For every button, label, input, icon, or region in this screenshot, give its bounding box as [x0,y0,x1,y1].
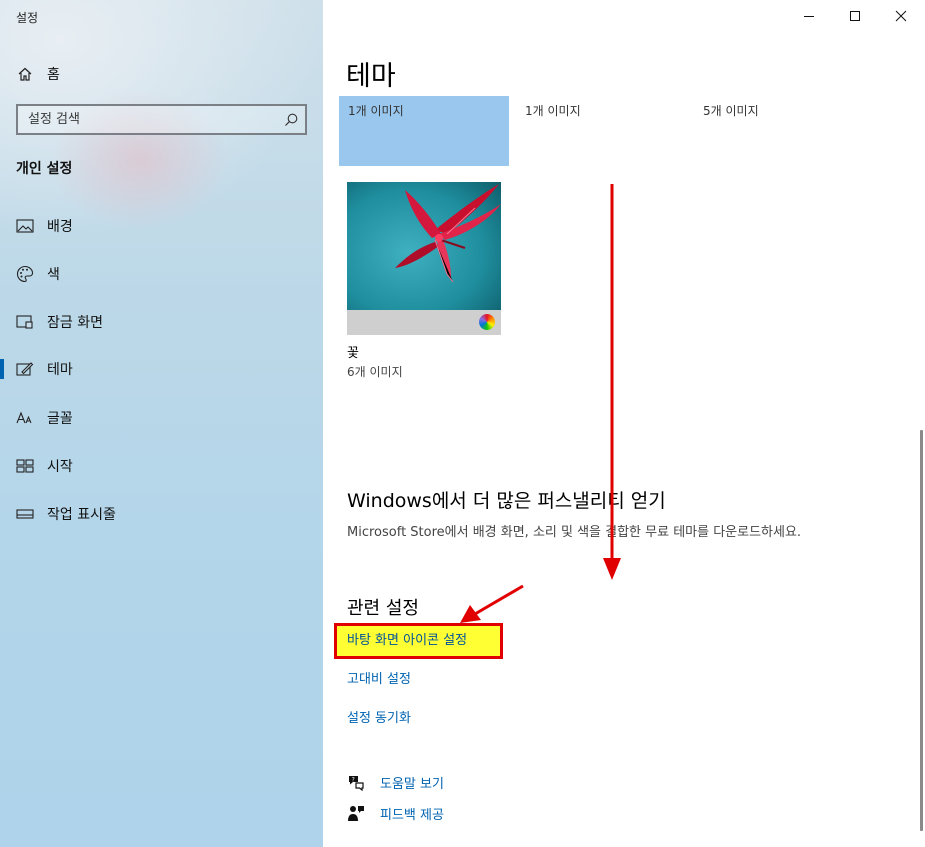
section-title: 개인 설정 [16,161,73,177]
theme-tile-2[interactable]: 1개 이미지 [516,96,686,166]
maximize-icon [850,11,860,21]
sidebar-item-lock-screen[interactable]: 잠금 화면 [0,302,323,342]
get-help-label: 도움말 보기 [380,776,444,792]
minimize-button[interactable] [786,0,832,32]
theme-image-count: 1개 이미지 [348,104,404,118]
sidebar-item-theme[interactable]: 테마 [0,349,323,389]
main-content: 테마 1개 이미지 1개 이미지 5개 이미지 꽃 6개 이미지 Windows… [323,0,925,847]
sidebar-item-label: 배경 [47,219,73,235]
theme-tile-3[interactable]: 5개 이미지 [694,96,864,166]
desktop-icon-settings-link[interactable]: 바탕 화면 아이콘 설정 [347,629,467,648]
vertical-scrollbar[interactable] [920,430,923,831]
app-title: 설정 [16,11,39,25]
feedback-icon [348,806,364,821]
give-feedback-label: 피드백 제공 [380,807,444,823]
sidebar-item-home[interactable]: 홈 [0,54,323,94]
start-icon [16,457,34,475]
theme-image-count: 5개 이미지 [703,104,759,118]
high-contrast-settings-link[interactable]: 고대비 설정 [347,668,411,687]
sidebar-item-background[interactable]: 배경 [0,206,323,246]
taskbar-icon [16,505,34,523]
theme-strip [347,310,501,335]
home-icon [16,65,34,83]
sidebar-item-label: 색 [47,267,60,283]
sidebar-item-label: 잠금 화면 [47,315,103,331]
theme-name: 꽃 [347,346,359,361]
svg-text:?: ? [352,776,355,783]
theme-tile-flower[interactable] [347,182,501,335]
font-icon [16,409,34,427]
help-chat-icon: ? [349,776,364,791]
sidebar-item-fonts[interactable]: 글꼴 [0,398,323,438]
close-button[interactable] [878,0,924,32]
flower-thumbnail-image [347,182,501,310]
sidebar-item-start[interactable]: 시작 [0,446,323,486]
sidebar: 설정 홈 개인 설정 배경 색 잠금 화면 테마 [0,0,323,847]
sidebar-item-label: 홈 [47,67,60,83]
more-themes-description: Microsoft Store에서 배경 화면, 소리 및 색을 결합한 무료 … [347,525,802,540]
minimize-icon [804,16,814,17]
sidebar-item-label: 글꼴 [47,411,73,427]
palette-icon [16,265,34,283]
page-title: 테마 [346,61,396,92]
lock-screen-icon [16,313,34,331]
get-help-link[interactable]: ? 도움말 보기 [347,771,444,793]
sidebar-item-label: 테마 [47,362,73,378]
theme-image-count: 1개 이미지 [525,104,581,118]
theme-image-count: 6개 이미지 [347,365,403,379]
search-input[interactable] [18,106,268,133]
sync-settings-link[interactable]: 설정 동기화 [347,707,411,726]
sidebar-item-taskbar[interactable]: 작업 표시줄 [0,494,323,534]
theme-tile-1[interactable]: 1개 이미지 [339,96,509,166]
maximize-button[interactable] [832,0,878,32]
search-box [16,104,307,135]
theme-brush-icon [16,360,34,378]
sidebar-item-label: 작업 표시줄 [47,507,116,523]
active-indicator [0,359,4,379]
close-icon [895,10,907,22]
image-icon [16,217,34,235]
sidebar-item-label: 시작 [47,459,73,475]
more-themes-heading: Windows에서 더 많은 퍼스낼리티 얻기 [347,490,666,512]
search-icon[interactable] [283,112,299,128]
sidebar-item-color[interactable]: 색 [0,254,323,294]
related-settings-heading: 관련 설정 [347,598,419,619]
give-feedback-link[interactable]: 피드백 제공 [347,802,444,824]
color-wheel-icon [479,314,495,330]
